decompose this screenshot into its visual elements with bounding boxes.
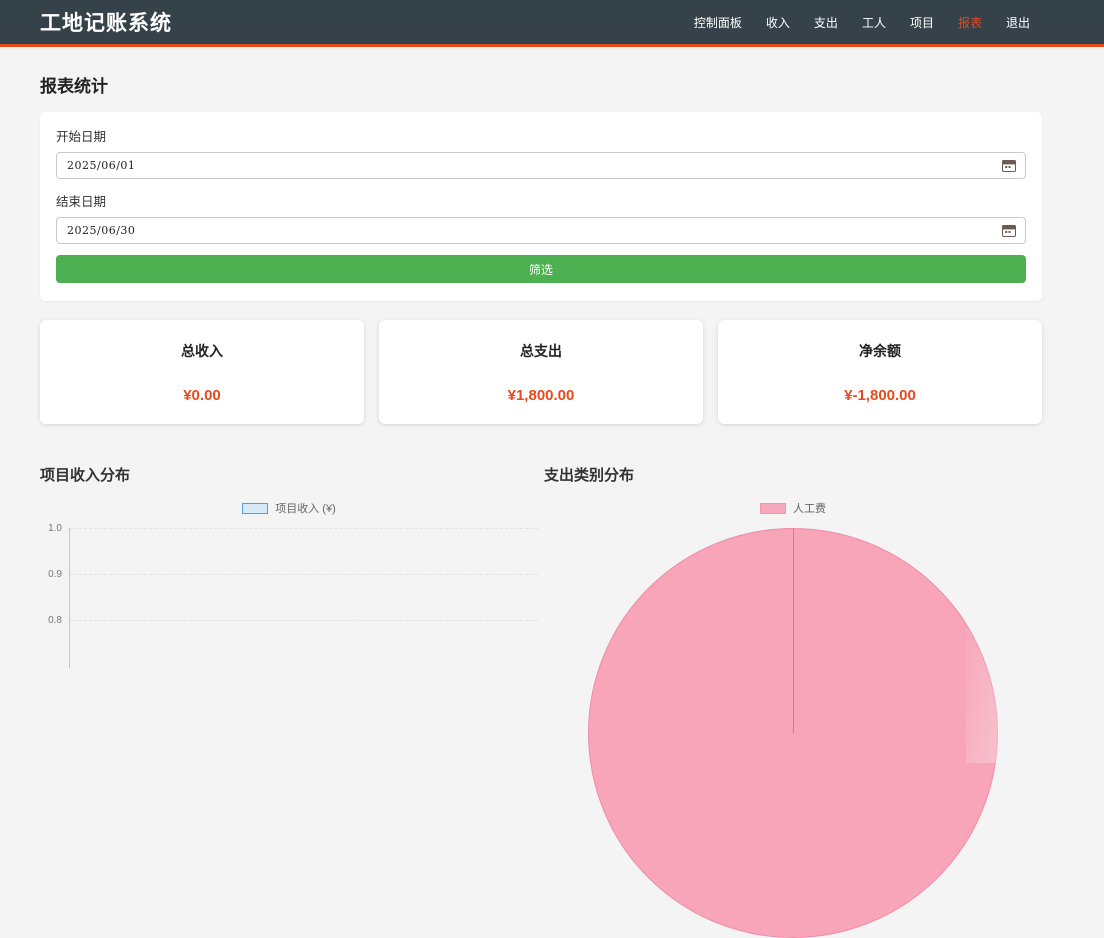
bar-legend-label: 项目收入 (¥)	[275, 500, 336, 516]
nav-item-reports[interactable]: 报表	[958, 14, 982, 31]
nav-item-logout[interactable]: 退出	[1006, 14, 1030, 31]
summary-cards: 总收入 ¥0.00 总支出 ¥1,800.00 净余额 ¥-1,800.00	[40, 320, 1042, 424]
top-navbar: 工地记账系统 控制面板 收入 支出 工人 项目 报表 退出	[0, 0, 1104, 47]
gridline	[69, 620, 538, 621]
app-title: 工地记账系统	[40, 7, 172, 37]
start-date-input[interactable]: 2025/06/01	[56, 152, 1026, 179]
y-axis-tick: 1.0	[40, 523, 62, 534]
y-axis-line	[69, 528, 70, 668]
main-nav: 控制面板 收入 支出 工人 项目 报表 退出	[694, 14, 1030, 31]
bar-legend-swatch	[242, 503, 268, 514]
nav-item-expense[interactable]: 支出	[814, 14, 838, 31]
net-balance-value: ¥-1,800.00	[728, 387, 1032, 404]
calendar-icon[interactable]	[1002, 159, 1016, 172]
page-title: 报表统计	[40, 72, 1042, 97]
total-expense-title: 总支出	[389, 341, 693, 361]
end-date-input[interactable]: 2025/06/30	[56, 217, 1026, 244]
end-date-value: 2025/06/30	[67, 224, 135, 237]
income-chart-legend[interactable]: 项目收入 (¥)	[40, 500, 538, 516]
net-balance-card: 净余额 ¥-1,800.00	[718, 320, 1042, 424]
charts-section: 项目收入分布 项目收入 (¥) 1.0 0.9 0.8 支出类别分布 人工费	[40, 464, 1042, 668]
main-content: 报表统计 开始日期 2025/06/01 结束日期 2025/06/30 筛选	[40, 72, 1042, 668]
expense-chart-legend[interactable]: 人工费	[544, 500, 1042, 516]
expense-chart-title: 支出类别分布	[544, 464, 1042, 485]
calendar-icon[interactable]	[1002, 224, 1016, 237]
total-income-title: 总收入	[50, 341, 354, 361]
nav-item-workers[interactable]: 工人	[862, 14, 886, 31]
gridline	[69, 574, 538, 575]
end-date-label: 结束日期	[56, 191, 1026, 210]
expense-chart-panel: 支出类别分布 人工费	[544, 464, 1042, 668]
nav-item-projects[interactable]: 项目	[910, 14, 934, 31]
income-chart-title: 项目收入分布	[40, 464, 538, 485]
pie-legend-label: 人工费	[793, 500, 826, 516]
start-date-label: 开始日期	[56, 126, 1026, 145]
filter-button[interactable]: 筛选	[56, 255, 1026, 283]
pie-slice-labor[interactable]	[588, 528, 998, 938]
filter-panel: 开始日期 2025/06/01 结束日期 2025/06/30 筛选	[40, 112, 1042, 301]
income-bar-chart: 1.0 0.9 0.8	[40, 528, 538, 668]
expense-pie-chart	[544, 528, 1042, 668]
pie-legend-swatch	[760, 503, 786, 514]
pie-slice-border	[793, 529, 794, 733]
gridline	[69, 528, 538, 529]
income-chart-panel: 项目收入分布 项目收入 (¥) 1.0 0.9 0.8	[40, 464, 538, 668]
total-expense-card: 总支出 ¥1,800.00	[379, 320, 703, 424]
nav-item-income[interactable]: 收入	[766, 14, 790, 31]
total-income-card: 总收入 ¥0.00	[40, 320, 364, 424]
total-expense-value: ¥1,800.00	[389, 387, 693, 404]
start-date-value: 2025/06/01	[67, 159, 135, 172]
total-income-value: ¥0.00	[50, 387, 354, 404]
net-balance-title: 净余额	[728, 341, 1032, 361]
nav-item-dashboard[interactable]: 控制面板	[694, 14, 742, 31]
y-axis-tick: 0.9	[40, 569, 62, 580]
